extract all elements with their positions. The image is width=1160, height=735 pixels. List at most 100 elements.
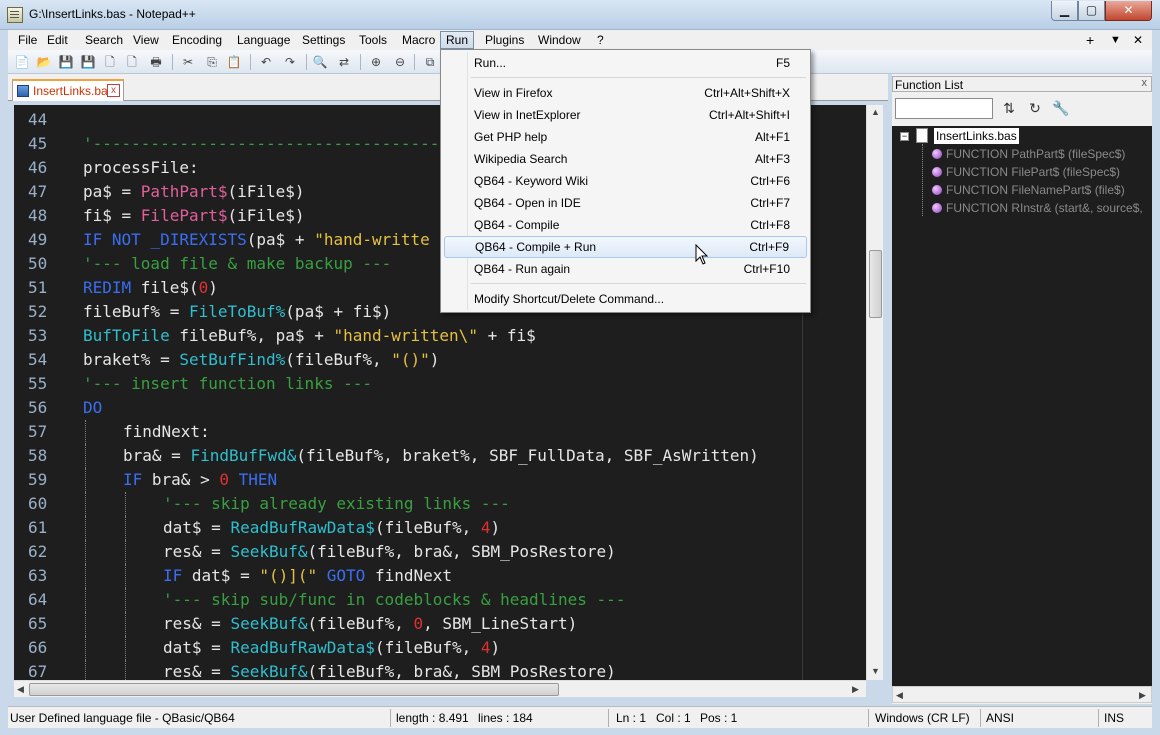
copy-icon[interactable]: ⎘ [204,54,220,70]
run-menu-item-view-in-inetexplorer[interactable]: View in InetExplorer Ctrl+Alt+Shift+I [444,104,807,126]
new-file-icon[interactable]: 📄 [14,54,30,70]
code-line[interactable]: 63 IF dat$ = "()](" GOTO findNext [14,564,866,588]
code-line[interactable]: 62 res& = SeekBuf&(fileBuf%, bra&, SBM_Po… [14,540,866,564]
code-line[interactable]: 67 res& = SeekBuf&(fileBuf%, bra&, SBM_Po… [14,660,866,680]
replace-icon[interactable]: ⇄ [336,54,352,70]
scroll-up-arrow-icon[interactable]: ▲ [871,107,880,117]
run-menu-item-run[interactable]: Run... F5 [444,52,807,74]
scroll-left-arrow-icon[interactable]: ◀ [17,684,24,695]
code-line[interactable]: 57 findNext: [14,420,866,444]
menu-item-label: View in Firefox [474,86,553,100]
menu-macro[interactable]: Macro [397,31,440,49]
scroll-thumb[interactable] [869,250,882,318]
menu-new-tab-button[interactable]: + [1086,31,1094,49]
zoom-in-icon[interactable]: ⊕ [368,54,384,70]
code-token: "hand-written\" [333,326,478,345]
code-line[interactable]: 64 '--- skip sub/func in codeblocks & hea… [14,588,866,612]
zoom-out-icon[interactable]: ⊖ [392,54,408,70]
code-line[interactable]: 61 dat$ = ReadBufRawData$(fileBuf%, 4) [14,516,866,540]
code-token: FilePart$ [140,206,228,225]
menu-settings[interactable]: Settings [297,31,350,49]
function-list-close-icon[interactable]: x [1142,77,1148,89]
scroll-right-arrow-icon[interactable]: ▶ [852,684,859,695]
line-number: 46 [28,158,48,177]
sync-scroll-icon[interactable]: ⧉ [422,54,438,70]
tree-root-file[interactable]: InsertLinks.bas [934,128,1019,144]
find-icon[interactable]: 🔍 [312,54,328,70]
menu-close-doc-button[interactable]: ✕ [1133,31,1143,49]
save-icon[interactable]: 💾 [58,54,74,70]
menu-help[interactable]: ? [592,31,609,49]
code-token: (iFile$) [227,182,305,201]
function-list-item[interactable]: FUNCTION FilePart$ (fileSpec$) [932,163,1120,181]
code-line[interactable]: 60 '--- skip already existing links --- [14,492,866,516]
scroll-left-arrow-icon[interactable]: ◀ [896,690,903,701]
maximize-button[interactable]: ▢ [1078,1,1105,21]
editor-horizontal-scrollbar[interactable]: ◀ ▶ [14,680,866,697]
menu-tools[interactable]: Tools [354,31,392,49]
cut-icon[interactable]: ✂ [180,54,196,70]
open-file-icon[interactable]: 📂 [36,54,52,70]
code-line[interactable]: 56 DO [14,396,866,420]
code-token: (fileBuf%, bra&, SBM_PosRestore) [307,662,616,680]
scroll-thumb[interactable] [29,683,559,696]
paste-icon[interactable]: 📋 [226,54,242,70]
tree-collapse-icon[interactable]: − [900,132,909,141]
run-menu-item-qb64-compile-run[interactable]: QB64 - Compile + Run Ctrl+F9 [444,236,807,258]
status-separator [980,709,981,727]
menu-language[interactable]: Language [232,31,295,49]
code-line[interactable]: 55 '--- insert function links --- [14,372,866,396]
function-list-search-input[interactable] [895,98,993,119]
code-line[interactable]: 53 BufToFile fileBuf%, pa$ + "hand-writte… [14,324,866,348]
run-menu-item-get-php-help[interactable]: Get PHP help Alt+F1 [444,126,807,148]
undo-icon[interactable]: ↶ [258,54,274,70]
code-token: 0 [219,470,229,489]
run-menu-item-view-in-firefox[interactable]: View in Firefox Ctrl+Alt+Shift+X [444,82,807,104]
minimize-button[interactable]: ▁ [1051,1,1078,21]
sort-icon[interactable]: ⇅ [1000,99,1018,117]
function-list-horizontal-scrollbar[interactable]: ◀ ▶ [892,686,1152,703]
menu-item-label: View in InetExplorer [474,108,581,122]
code-token: IF [163,566,192,585]
run-menu-item-qb64-run-again[interactable]: QB64 - Run again Ctrl+F10 [444,258,807,280]
print-icon[interactable]: 🖶 [148,54,164,70]
settings-wrench-icon[interactable]: 🔧 [1052,99,1070,117]
code-token: FileToBuf% [188,302,286,321]
close-window-button[interactable]: ✕ [1105,1,1152,21]
menu-run[interactable]: Run [440,31,475,49]
run-menu-item-qb64-compile[interactable]: QB64 - Compile Ctrl+F8 [444,214,807,236]
menu-encoding[interactable]: Encoding [167,31,227,49]
refresh-icon[interactable]: ↻ [1026,99,1044,117]
close-file-icon[interactable]: 🗋 [102,54,118,70]
save-all-icon[interactable]: 💾 [80,54,96,70]
run-menu-item-qb64-keyword-wiki[interactable]: QB64 - Keyword Wiki Ctrl+F6 [444,170,807,192]
menu-plugins[interactable]: Plugins [480,31,529,49]
redo-icon[interactable]: ↷ [282,54,298,70]
menu-window[interactable]: Window [533,31,586,49]
code-token: BufToFile [83,326,180,345]
menu-view[interactable]: View [128,31,164,49]
scroll-right-arrow-icon[interactable]: ▶ [1139,690,1146,701]
tab-insertlinks[interactable]: InsertLinks.bas x [12,79,124,101]
function-list-item[interactable]: FUNCTION PathPart$ (fileSpec$) [932,145,1125,163]
code-line[interactable]: 59 IF bra& > 0 THEN [14,468,866,492]
editor-vertical-scrollbar[interactable]: ▲ ▼ [866,105,883,680]
function-name: FUNCTION RInstr& (start&, source$, [946,201,1143,215]
indent-guide [85,468,86,492]
menu-search[interactable]: Search [80,31,128,49]
close-all-icon[interactable]: 🗋 [124,54,140,70]
scroll-down-arrow-icon[interactable]: ▼ [871,666,880,676]
function-list-item[interactable]: FUNCTION FileNamePart$ (file$) [932,181,1125,199]
function-list-item[interactable]: FUNCTION RInstr& (start&, source$, [932,199,1143,217]
tab-close-icon[interactable]: x [107,84,120,97]
menu-edit[interactable]: Edit [42,31,73,49]
run-menu-item-qb64-open-in-ide[interactable]: QB64 - Open in IDE Ctrl+F7 [444,192,807,214]
code-line[interactable]: 66 dat$ = ReadBufRawData$(fileBuf%, 4) [14,636,866,660]
code-line[interactable]: 58 bra& = FindBufFwd&(fileBuf%, braket%, … [14,444,866,468]
code-line[interactable]: 54 braket% = SetBufFind%(fileBuf%, "()") [14,348,866,372]
run-menu-item-wikipedia-search[interactable]: Wikipedia Search Alt+F3 [444,148,807,170]
menu-file[interactable]: File [13,31,42,49]
menu-tab-list-button[interactable]: ▼ [1110,31,1121,49]
code-line[interactable]: 65 res& = SeekBuf&(fileBuf%, 0, SBM_LineS… [14,612,866,636]
run-menu-item-modify-shortcut-delete-command[interactable]: Modify Shortcut/Delete Command... [444,288,807,310]
